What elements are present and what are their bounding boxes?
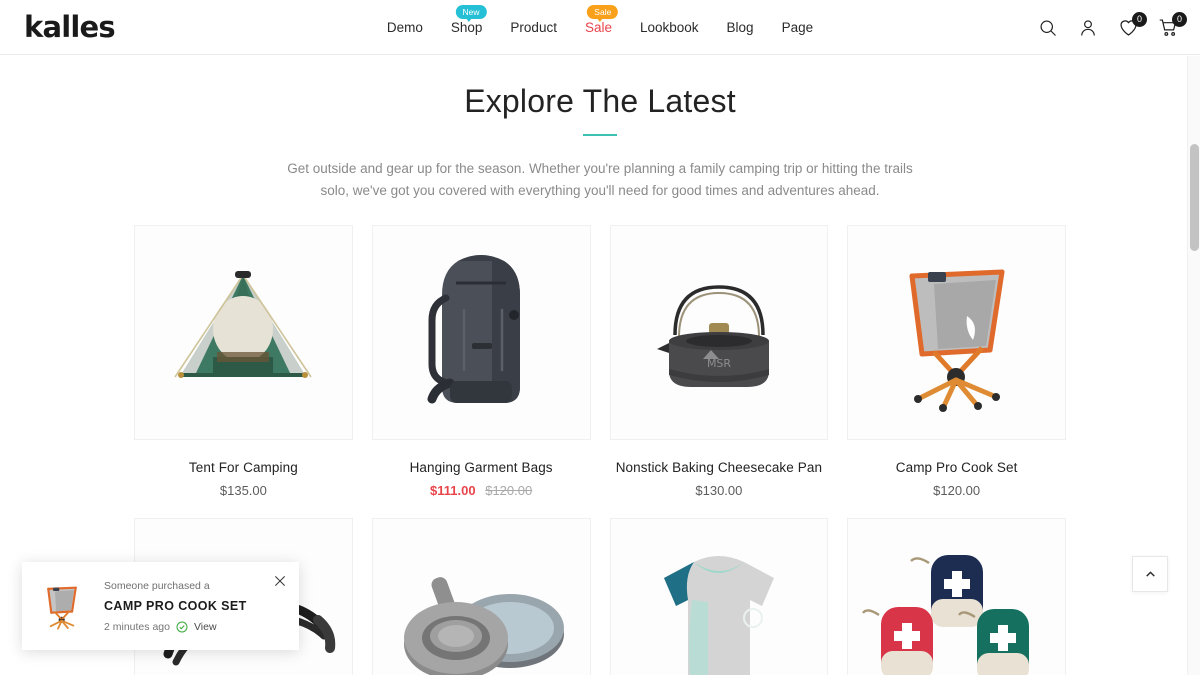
- nav-label: Shop: [450, 20, 483, 35]
- price-current: $120.00: [933, 482, 981, 498]
- page-title: Explore The Latest: [464, 83, 736, 119]
- product-card-cookset[interactable]: Camp Pro Cook Set $120.00: [847, 224, 1066, 498]
- user-icon[interactable]: [1076, 16, 1100, 40]
- price-sale: $111.00: [430, 482, 476, 498]
- popup-view-link[interactable]: View: [194, 621, 217, 633]
- product-image-tent[interactable]: [134, 224, 353, 440]
- site-header: kalles Demo New Shop Product Sale Sale L…: [0, 0, 1200, 55]
- section-subtitle: Get outside and gear up for the season. …: [287, 161, 913, 199]
- product-title: Hanging Garment Bags: [409, 459, 553, 475]
- chevron-up-icon: [1144, 568, 1157, 581]
- svg-text:MSR: MSR: [707, 357, 731, 370]
- cart-icon[interactable]: 0: [1156, 11, 1187, 40]
- product-price: $130.00: [610, 483, 829, 498]
- header-icon-group: 0 0: [1036, 0, 1187, 55]
- search-icon[interactable]: [1036, 16, 1060, 40]
- purchase-notification-popup[interactable]: Someone purchased a CAMP PRO COOK SET 2 …: [22, 562, 299, 650]
- nav-item-page[interactable]: Page: [768, 0, 828, 55]
- product-card-row2-2[interactable]: [371, 517, 591, 675]
- price-current: $135.00: [219, 482, 267, 498]
- product-price: $120.00: [847, 483, 1066, 498]
- nav-item-product[interactable]: Product: [496, 0, 571, 55]
- nav-label: Sale: [584, 20, 612, 35]
- scroll-to-top-button[interactable]: [1132, 556, 1168, 592]
- product-image-cookware[interactable]: [371, 517, 591, 675]
- nav-item-sale[interactable]: Sale Sale: [571, 0, 626, 55]
- badge-new: New: [455, 5, 487, 22]
- nav-label: Page: [781, 20, 814, 35]
- product-title: Nonstick Baking Cheesecake Pan: [615, 459, 823, 475]
- badge-sale: Sale: [587, 5, 619, 22]
- nav-label: Lookbook: [639, 20, 699, 35]
- title-accent-underline: [583, 134, 617, 136]
- product-image-firstaid[interactable]: [847, 517, 1066, 675]
- page-scrollbar[interactable]: [1187, 56, 1200, 675]
- nav-item-shop[interactable]: New Shop: [437, 0, 497, 55]
- product-image-kettle[interactable]: MSR: [609, 224, 829, 440]
- popup-product-name[interactable]: CAMP PRO COOK SET: [104, 599, 289, 613]
- cart-count: 0: [1172, 11, 1187, 27]
- popup-product-thumbnail: [34, 575, 90, 637]
- product-grid-row-1: Tent For Camping $135.00 Hanging Garment…: [0, 224, 1200, 498]
- popup-text-block: Someone purchased a CAMP PRO COOK SET 2 …: [104, 580, 289, 633]
- wishlist-heart-icon[interactable]: 0: [1116, 11, 1147, 40]
- product-price: $135.00: [134, 483, 353, 498]
- page-root: kalles Demo New Shop Product Sale Sale L…: [0, 0, 1200, 675]
- section-header: Explore The Latest Get outside and gear …: [0, 55, 1200, 203]
- price-original: $120.00: [485, 482, 533, 498]
- popup-timestamp: 2 minutes ago: [104, 620, 170, 633]
- product-image-tshirt[interactable]: [609, 517, 829, 675]
- product-title: Tent For Camping: [188, 459, 298, 475]
- site-logo[interactable]: kalles: [24, 12, 116, 42]
- nav-label: Blog: [726, 20, 754, 35]
- price-current: $130.00: [695, 482, 743, 498]
- product-card-row2-3[interactable]: [609, 517, 829, 675]
- nav-item-lookbook[interactable]: Lookbook: [626, 0, 713, 55]
- nav-item-demo[interactable]: Demo: [373, 0, 437, 55]
- wishlist-count: 0: [1132, 11, 1147, 27]
- nav-label: Demo: [386, 20, 423, 35]
- verified-check-icon: [176, 621, 188, 633]
- popup-subtitle: Someone purchased a: [104, 579, 210, 592]
- product-card-backpack[interactable]: Hanging Garment Bags $111.00 $120.00: [371, 224, 591, 498]
- main-navigation: Demo New Shop Product Sale Sale Lookbook…: [0, 0, 1200, 55]
- nav-label: Product: [510, 20, 557, 35]
- product-image-chair[interactable]: [847, 224, 1066, 440]
- product-card-tent[interactable]: Tent For Camping $135.00: [134, 224, 353, 498]
- nav-item-blog[interactable]: Blog: [713, 0, 768, 55]
- product-card-row2-4[interactable]: [847, 517, 1066, 675]
- product-price: $111.00 $120.00: [372, 483, 591, 498]
- scrollbar-thumb[interactable]: [1190, 144, 1199, 251]
- popup-meta: 2 minutes ago View: [104, 621, 289, 633]
- product-card-pan[interactable]: MSR Nonstick Baking Cheesecake Pan $130.…: [609, 224, 829, 498]
- product-title: Camp Pro Cook Set: [895, 459, 1018, 475]
- close-icon[interactable]: [273, 574, 287, 588]
- product-image-backpack[interactable]: [371, 224, 591, 440]
